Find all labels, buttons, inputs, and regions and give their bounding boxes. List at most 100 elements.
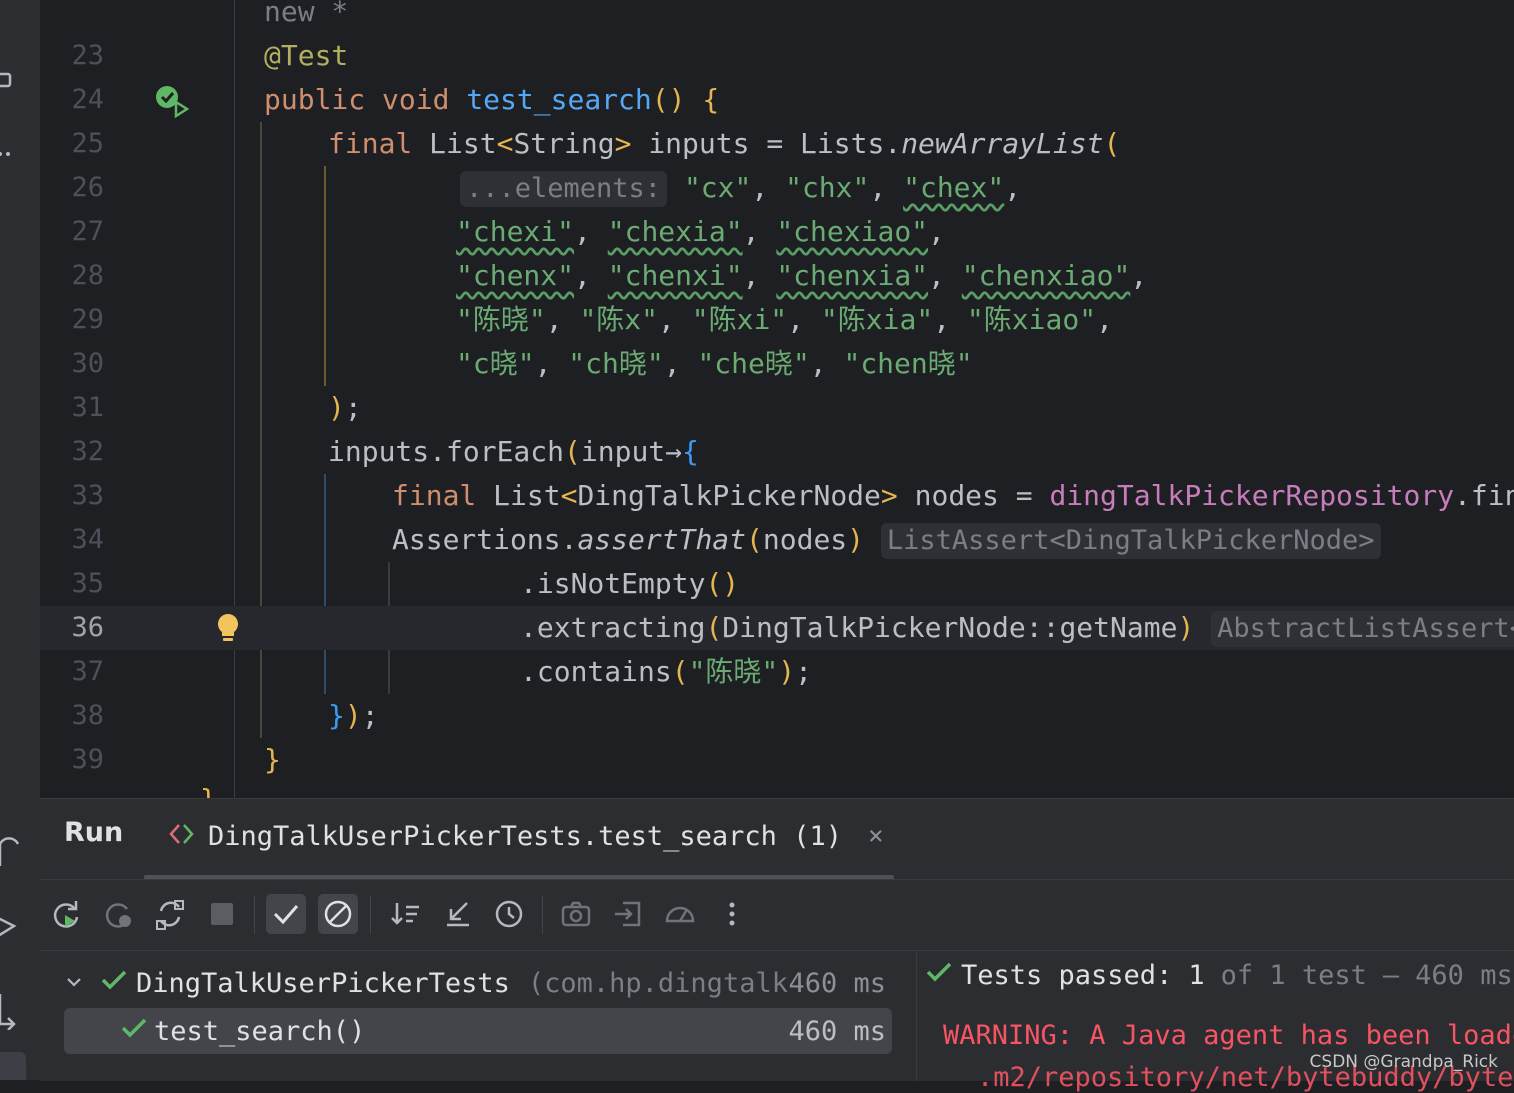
bracket: () — [651, 83, 686, 116]
rerun-icon[interactable] — [46, 894, 86, 934]
collapse-icon[interactable] — [438, 894, 478, 934]
type: DingTalkPickerNode — [577, 479, 881, 512]
test-run-icon — [168, 822, 198, 850]
stop-icon[interactable] — [202, 894, 242, 934]
line-number: 32 — [71, 436, 104, 467]
bracket: ( — [1103, 127, 1121, 160]
line-number: 37 — [71, 656, 104, 687]
line-number: 36 — [71, 612, 104, 643]
tree-node-test-class[interactable]: DingTalkUserPickerTests (com.hp.dingtalk… — [64, 960, 892, 1006]
bracket: ) — [344, 699, 362, 732]
line-number: 34 — [71, 524, 104, 555]
coverage-icon[interactable] — [660, 894, 700, 934]
tree-node-test-method[interactable]: test_search() 460 ms — [64, 1008, 892, 1054]
chevron-down-icon[interactable] — [64, 968, 94, 999]
close-tab-icon[interactable]: × — [868, 821, 884, 851]
show-ignored-icon[interactable] — [318, 894, 358, 934]
active-tool-indicator — [0, 1052, 26, 1080]
keyword: final — [392, 479, 477, 512]
terminal-icon[interactable] — [0, 984, 40, 1030]
code-line-35[interactable]: 35 .isNotEmpty() — [40, 562, 1514, 606]
string-literal: "chexia" — [607, 215, 743, 248]
code-line-26[interactable]: 26 ...elements: "cx", "chx", "chex", — [40, 166, 1514, 210]
bracket: } — [264, 743, 281, 776]
rerun-failed-icon[interactable] — [98, 894, 138, 934]
run-config-tab[interactable]: DingTalkUserPickerTests.test_search (1) … — [168, 811, 884, 861]
string-literal: "chexi" — [456, 215, 575, 248]
status-time: 460 ms — [1415, 960, 1513, 991]
code-line-38[interactable]: 38 }); — [40, 694, 1514, 738]
punct: , — [933, 303, 967, 336]
more-icon[interactable] — [712, 894, 752, 934]
string-literal: "陈晓" — [456, 303, 546, 336]
code-line-24[interactable]: 24 public void test_search() { — [40, 78, 1514, 122]
structure-icon[interactable] — [0, 60, 40, 100]
punct: , — [1004, 171, 1022, 204]
console-warning-line: WARNING: A Java agent has been loade — [943, 1020, 1514, 1051]
code-line-32[interactable]: 32 inputs.forEach(input→{ — [40, 430, 1514, 474]
code-line-33[interactable]: 33 final List<DingTalkPickerNode> nodes … — [40, 474, 1514, 518]
line-number: 31 — [71, 392, 104, 423]
code-line-28[interactable]: 28 "chenx", "chenxi", "chenxia", "chenxi… — [40, 254, 1514, 298]
sort-icon[interactable] — [386, 894, 426, 934]
argument: nodes — [762, 523, 848, 556]
type-hint: ListAssert<DingTalkPickerNode> — [880, 523, 1381, 559]
code-editor[interactable]: new * 23 @Test 24 public void test_searc… — [40, 0, 1514, 798]
git-icon[interactable] — [0, 824, 40, 866]
watermark: CSDN @Grandpa_Rick — [1309, 1052, 1498, 1072]
code-partial-bottom: } — [200, 778, 217, 798]
run-test-gutter-icon[interactable] — [154, 84, 190, 120]
string-literal: "陈xia" — [820, 303, 934, 336]
method-call: newArrayList — [901, 127, 1104, 160]
punct: , — [928, 215, 945, 248]
lightbulb-icon[interactable] — [216, 612, 240, 644]
code-line-29[interactable]: 29 "陈晓", "陈x", "陈xi", "陈xia", "陈xiao", — [40, 298, 1514, 342]
code-line-39[interactable]: 39 } — [40, 738, 1514, 782]
passed-check-icon — [100, 968, 128, 999]
test-results-tree: DingTalkUserPickerTests (com.hp.dingtalk… — [40, 950, 916, 1081]
import-tests-icon[interactable] — [608, 894, 648, 934]
method-call: assertThat — [577, 523, 747, 556]
code-text: inputs.forEach — [328, 435, 565, 468]
method-call: .findBy — [1454, 479, 1514, 512]
more-tools-icon[interactable] — [0, 130, 40, 170]
services-icon[interactable] — [0, 902, 40, 942]
code-line-34[interactable]: 34 Assertions.assertThat(nodes) ListAsse… — [40, 518, 1514, 562]
status-of-total: of 1 test — [1220, 960, 1367, 991]
line-number: 23 — [71, 40, 104, 71]
code-line-30[interactable]: 30 "c晓", "ch晓", "che晓", "chen晓" — [40, 342, 1514, 386]
code-line-25[interactable]: 25 final List<String> inputs = Lists.new… — [40, 122, 1514, 166]
code-line-31[interactable]: 31 ); — [40, 386, 1514, 430]
line-number: 24 — [71, 84, 104, 115]
history-icon[interactable] — [490, 894, 530, 934]
bracket: < — [560, 479, 578, 512]
keyword: void — [382, 83, 450, 116]
punct: , — [545, 303, 580, 336]
screenshot-icon[interactable] — [556, 894, 596, 934]
bracket: { — [682, 435, 699, 468]
test-annotation: @Test — [264, 39, 349, 72]
bracket: ( — [705, 611, 723, 644]
punct: , — [658, 303, 692, 336]
code-partial-top: new * — [264, 0, 349, 28]
code-line-37[interactable]: 37 .contains("陈晓"); — [40, 650, 1514, 694]
toggle-auto-test-icon[interactable] — [150, 894, 190, 934]
test-class-package: (com.hp.dingtalk — [527, 967, 788, 999]
type: List — [429, 127, 497, 160]
code-line-27[interactable]: 27 "chexi", "chexia", "chexiao", — [40, 210, 1514, 254]
string-literal: "ch晓" — [568, 347, 664, 380]
passed-check-icon — [925, 960, 953, 991]
status-label: Tests passed: — [961, 960, 1173, 991]
bracket: > — [614, 127, 632, 160]
toolbar-separator — [370, 896, 371, 934]
toolbar-separator — [254, 896, 255, 934]
string-literal: "c晓" — [456, 347, 535, 380]
code-line-23[interactable]: 23 @Test — [40, 34, 1514, 78]
punct: , — [751, 171, 786, 204]
code-line-36[interactable]: 36 .extracting(DingTalkPickerNode::getNa… — [40, 606, 1514, 650]
line-number: 25 — [71, 128, 104, 159]
show-passed-icon[interactable] — [266, 894, 306, 934]
run-panel-title: Run — [64, 817, 124, 848]
run-tab-label: DingTalkUserPickerTests.test_search (1) — [208, 820, 842, 852]
bracket: ) — [1177, 611, 1195, 644]
